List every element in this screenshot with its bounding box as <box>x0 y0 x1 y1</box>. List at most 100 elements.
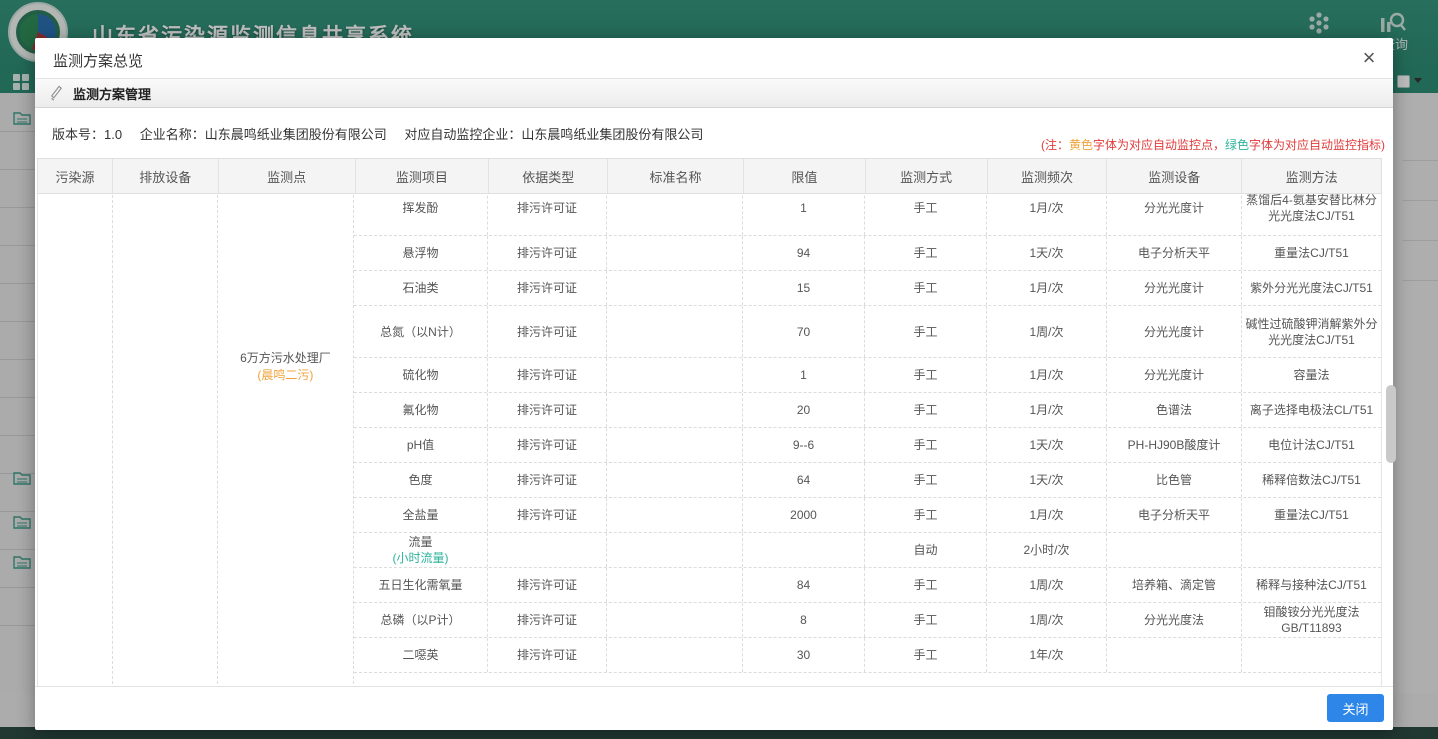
cell-freq: 1天/次 <box>987 463 1107 497</box>
emission-equipment-column <box>113 194 218 686</box>
cell-basis: 排污许可证 <box>488 638 607 672</box>
cell-item: 流量(小时流量) <box>354 533 488 567</box>
auto-company-label: 对应自动监控企业： <box>404 127 521 142</box>
cell-standard <box>607 306 743 357</box>
cell-freq: 1月/次 <box>987 393 1107 427</box>
cell-method: 容量法 <box>1242 358 1381 392</box>
cell-standard <box>607 393 743 427</box>
cell-limit: 9--6 <box>743 428 865 462</box>
cell-mode: 手工 <box>865 358 987 392</box>
cell-equipment: 培养箱、滴定管 <box>1107 568 1242 602</box>
section-title: 监测方案管理 <box>73 84 151 103</box>
cell-standard <box>607 236 743 270</box>
cell-equipment: PH-HJ90B酸度计 <box>1107 428 1242 462</box>
cell-method: 重量法CJ/T51 <box>1242 236 1381 270</box>
cell-mode: 手工 <box>865 194 987 235</box>
cell-equipment: 分光光度计 <box>1107 194 1242 235</box>
table-scrollbar-thumb[interactable] <box>1386 385 1396 463</box>
cell-standard <box>607 428 743 462</box>
table-row: 二噁英排污许可证 30手工1年/次 <box>354 638 1381 673</box>
close-button[interactable]: 关闭 <box>1327 694 1384 722</box>
cell-equipment <box>1107 533 1242 567</box>
cell-freq: 1年/次 <box>987 638 1107 672</box>
cell-equipment: 电子分析天平 <box>1107 236 1242 270</box>
close-icon[interactable]: × <box>1357 46 1381 70</box>
cell-method <box>1242 533 1381 567</box>
column-header-monitor-equipment: 监测设备 <box>1107 159 1242 193</box>
cell-mode: 手工 <box>865 603 987 637</box>
version-label: 版本号： <box>52 127 104 142</box>
monitor-point-sub: (晨鸣二污) <box>218 367 353 384</box>
note-part3: 字体为对应自动监控指标) <box>1249 138 1385 152</box>
cell-item: 石油类 <box>354 271 488 305</box>
cell-standard <box>607 638 743 672</box>
cell-mode: 手工 <box>865 568 987 602</box>
cell-mode: 自动 <box>865 533 987 567</box>
info-row: 版本号：1.0 企业名称：山东晨鸣纸业集团股份有限公司 对应自动监控企业：山东晨… <box>35 108 1393 158</box>
table-row: 挥发酚排污许可证1手工1月/次分光光度计蒸馏后4-氨基安替比林分光光度法CJ/T… <box>354 194 1381 236</box>
table-row: 全盐量排污许可证2000手工1月/次电子分析天平重量法CJ/T51 <box>354 498 1381 533</box>
cell-freq: 1月/次 <box>987 194 1107 235</box>
monitor-point-column: 6万方污水处理厂 (晨鸣二污) <box>218 194 354 686</box>
pollution-source-column <box>38 194 113 686</box>
cell-limit: 30 <box>743 638 865 672</box>
cell-basis: 排污许可证 <box>488 463 607 497</box>
column-header-emission-equipment: 排放设备 <box>113 159 219 193</box>
table-rows: 挥发酚排污许可证1手工1月/次分光光度计蒸馏后4-氨基安替比林分光光度法CJ/T… <box>354 194 1381 686</box>
cell-equipment: 分光光度计 <box>1107 306 1242 357</box>
cell-item-sub: (小时流量) <box>393 550 449 566</box>
modal-titlebar: 监测方案总览 × <box>35 38 1393 78</box>
cell-item: 色度 <box>354 463 488 497</box>
table-row: 氟化物排污许可证20手工1月/次色谱法离子选择电极法CL/T51 <box>354 393 1381 428</box>
cell-method: 电位计法CJ/T51 <box>1242 428 1381 462</box>
cell-standard <box>607 271 743 305</box>
cell-method: 紫外分光光度法CJ/T51 <box>1242 271 1381 305</box>
cell-freq: 1月/次 <box>987 498 1107 532</box>
cell-mode: 手工 <box>865 463 987 497</box>
cell-item: 硫化物 <box>354 358 488 392</box>
cell-basis: 排污许可证 <box>488 194 607 235</box>
table-row: 石油类排污许可证15手工1月/次分光光度计紫外分光光度法CJ/T51 <box>354 271 1381 306</box>
monitor-point-cell: 6万方污水处理厂 (晨鸣二污) <box>218 350 353 384</box>
cell-equipment: 色谱法 <box>1107 393 1242 427</box>
company-value: 山东晨鸣纸业集团股份有限公司 <box>205 127 387 142</box>
cell-standard <box>607 603 743 637</box>
cell-limit: 84 <box>743 568 865 602</box>
cell-method: 蒸馏后4-氨基安替比林分光光度法CJ/T51 <box>1242 194 1381 235</box>
cell-basis: 排污许可证 <box>488 393 607 427</box>
monitoring-table: 污染源排放设备监测点监测项目依据类型标准名称限值监测方式监测频次监测设备监测方法 <box>37 158 1382 194</box>
cell-mode: 手工 <box>865 638 987 672</box>
cell-method: 稀释与接种法CJ/T51 <box>1242 568 1381 602</box>
auto-company-value: 山东晨鸣纸业集团股份有限公司 <box>521 127 703 142</box>
cell-basis: 排污许可证 <box>488 236 607 270</box>
cell-mode: 手工 <box>865 393 987 427</box>
cell-limit: 94 <box>743 236 865 270</box>
cell-item: 挥发酚 <box>354 194 488 235</box>
table-row: 总磷（以P计）排污许可证8手工1周/次分光光度法钼酸铵分光光度法GB/T1189… <box>354 603 1381 638</box>
cell-item: 氟化物 <box>354 393 488 427</box>
cell-freq: 1天/次 <box>987 236 1107 270</box>
table-body: 6万方污水处理厂 (晨鸣二污) 挥发酚排污许可证1手工1月/次分光光度计蒸馏后4… <box>37 194 1382 686</box>
cell-limit: 2000 <box>743 498 865 532</box>
cell-limit: 8 <box>743 603 865 637</box>
cell-mode: 手工 <box>865 428 987 462</box>
cell-equipment: 分光光度计 <box>1107 358 1242 392</box>
cell-equipment: 比色管 <box>1107 463 1242 497</box>
cell-item: 全盐量 <box>354 498 488 532</box>
cell-item: 二噁英 <box>354 638 488 672</box>
cell-basis: 排污许可证 <box>488 603 607 637</box>
cell-method: 稀释倍数法CJ/T51 <box>1242 463 1381 497</box>
cell-basis: 排污许可证 <box>488 271 607 305</box>
note-green-word: 绿色 <box>1225 138 1249 152</box>
cell-freq: 2小时/次 <box>987 533 1107 567</box>
note-yellow-word: 黄色 <box>1069 138 1093 152</box>
cell-freq: 1周/次 <box>987 306 1107 357</box>
cell-method: 重量法CJ/T51 <box>1242 498 1381 532</box>
cell-limit: 15 <box>743 271 865 305</box>
column-header-monitor-mode: 监测方式 <box>866 159 988 193</box>
footer-divider <box>35 686 1393 687</box>
cell-method: 离子选择电极法CL/T51 <box>1242 393 1381 427</box>
column-header-monitor-frequency: 监测频次 <box>988 159 1108 193</box>
cell-limit: 64 <box>743 463 865 497</box>
section-header: 监测方案管理 <box>35 78 1393 108</box>
